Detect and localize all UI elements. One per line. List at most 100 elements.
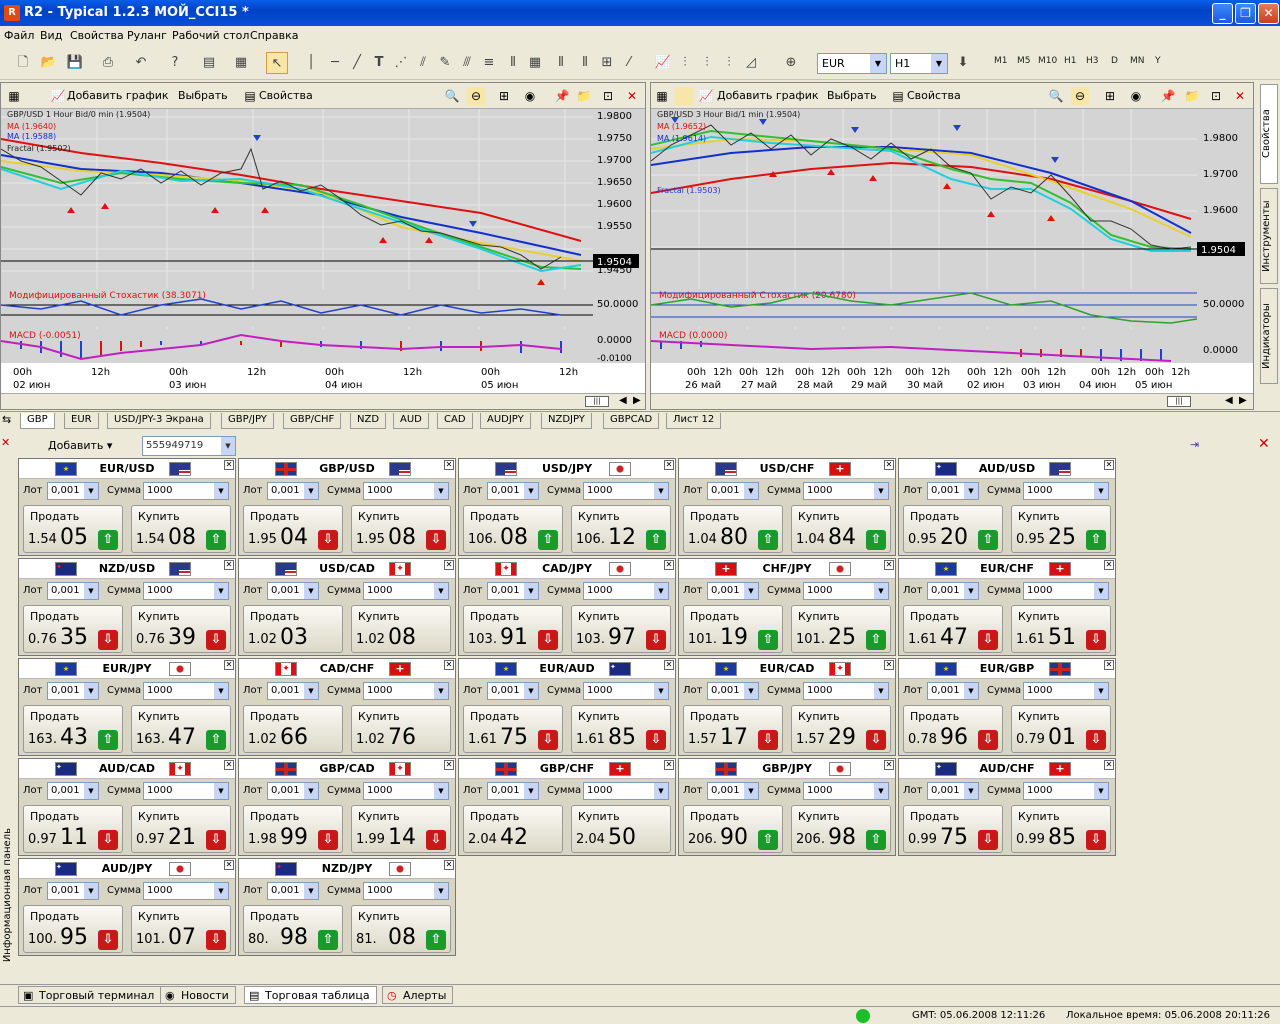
buy-button[interactable]: Купить 0.76 39 ⇩ (131, 605, 231, 653)
bars2-icon[interactable]: ⦀ (574, 52, 596, 74)
close-table-icon[interactable]: ✕ (1258, 436, 1270, 452)
tab-news[interactable]: ◉ Новости (160, 986, 236, 1004)
chart-menu-icon[interactable]: ▦ (653, 87, 671, 105)
lot-select[interactable]: 0,001 ▼ (47, 782, 99, 800)
tab-gbpjpy[interactable]: GBP/JPY (221, 413, 274, 429)
lot-select[interactable]: 0,001 ▼ (927, 482, 979, 500)
sum-select[interactable]: 1000 ▼ (803, 482, 889, 500)
sum-select[interactable]: 1000 ▼ (143, 482, 229, 500)
fit-icon[interactable]: ⊡ (1207, 87, 1225, 105)
sell-button[interactable]: Продать 101. 19 ⇧ (683, 605, 783, 653)
close-panel-icon[interactable]: ✕ (1, 436, 10, 449)
lot-select[interactable]: 0,001 ▼ (927, 582, 979, 600)
tab-menu-icon[interactable]: ⇆ (2, 413, 11, 426)
menu-properties[interactable]: Свойства (70, 29, 124, 42)
pin-icon[interactable]: 📌 (553, 87, 571, 105)
buy-button[interactable]: Купить 0.95 25 ⇧ (1011, 505, 1111, 553)
sum-select[interactable]: 1000 ▼ (143, 682, 229, 700)
period-d[interactable]: D (1111, 56, 1118, 66)
pencil-icon[interactable]: ✎ (434, 52, 456, 74)
info-panel-strip[interactable]: Информационная панель (0, 458, 16, 984)
grid-icon[interactable]: ⊞ (495, 87, 513, 105)
period-h1[interactable]: H1 (1064, 56, 1077, 66)
sum-select[interactable]: 1000 ▼ (143, 882, 229, 900)
buy-button[interactable]: Купить 1.57 29 ⇩ (791, 705, 891, 753)
sell-button[interactable]: Продать 0.99 75 ⇩ (903, 805, 1003, 853)
chart-candle-icon[interactable]: ⫶ (696, 52, 718, 74)
add-chart-button[interactable]: Добавить график (67, 89, 169, 102)
tab-aud[interactable]: AUD (393, 413, 429, 429)
close-chart-icon[interactable]: ✕ (623, 87, 641, 105)
lot-select[interactable]: 0,001 ▼ (487, 682, 539, 700)
scroll-left-icon[interactable]: ◀ (1225, 395, 1233, 406)
symbol-select[interactable]: EUR ▼ (817, 53, 887, 74)
close-card-icon[interactable]: ✕ (884, 460, 894, 470)
layout2-icon[interactable]: ▦ (230, 52, 252, 74)
buy-button[interactable]: Купить 106. 12 ⇧ (571, 505, 671, 553)
fit-icon[interactable]: ⊡ (599, 87, 617, 105)
lot-select[interactable]: 0,001 ▼ (267, 882, 319, 900)
sell-button[interactable]: Продать 103. 91 ⇩ (463, 605, 563, 653)
period-m5[interactable]: M5 (1017, 56, 1031, 66)
buy-button[interactable]: Купить 103. 97 ⇩ (571, 605, 671, 653)
chart-area-icon[interactable]: ◿ (740, 52, 762, 74)
sum-select[interactable]: 1000 ▼ (583, 682, 669, 700)
layout-icon[interactable]: ▤ (198, 52, 220, 74)
tab-cad[interactable]: CAD (437, 413, 473, 429)
cycles-icon[interactable]: ⦀ (502, 52, 524, 74)
sell-button[interactable]: Продать 1.04 80 ⇧ (683, 505, 783, 553)
buy-button[interactable]: Купить 0.79 01 ⇩ (1011, 705, 1111, 753)
close-card-icon[interactable]: ✕ (664, 460, 674, 470)
sell-button[interactable]: Продать 1.61 47 ⇩ (903, 605, 1003, 653)
period-m1[interactable]: M1 (994, 56, 1008, 66)
sell-button[interactable]: Продать 2.04 42 (463, 805, 563, 853)
chart-scrollbar[interactable]: ||| ◀ ▶ (651, 393, 1253, 409)
sell-button[interactable]: Продать 106. 08 ⇧ (463, 505, 563, 553)
tab-nzd[interactable]: NZD (350, 413, 387, 429)
sell-button[interactable]: Продать 1.02 66 (243, 705, 343, 753)
lot-select[interactable]: 0,001 ▼ (707, 782, 759, 800)
close-card-icon[interactable]: ✕ (664, 660, 674, 670)
sell-button[interactable]: Продать 0.97 11 ⇩ (23, 805, 123, 853)
sum-select[interactable]: 1000 ▼ (1023, 782, 1109, 800)
buy-button[interactable]: Купить 1.95 08 ⇩ (351, 505, 451, 553)
sell-button[interactable]: Продать 1.95 04 ⇩ (243, 505, 343, 553)
sum-select[interactable]: 1000 ▼ (803, 782, 889, 800)
erase-icon[interactable]: ⁄ (618, 52, 640, 74)
chart-area[interactable]: GBP/USD 3 Hour Bid/1 min (1.9504) MA (1.… (650, 109, 1253, 393)
menu-help[interactable]: Справка (250, 29, 298, 42)
sum-select[interactable]: 1000 ▼ (363, 482, 449, 500)
lot-select[interactable]: 0,001 ▼ (927, 682, 979, 700)
add-button[interactable]: Добавить ▾ (48, 439, 112, 452)
zoom-icon[interactable]: 🔍 (1047, 87, 1065, 105)
save-icon[interactable]: 💾 (64, 52, 86, 74)
close-button[interactable]: ✕ (1258, 3, 1279, 24)
close-card-icon[interactable]: ✕ (224, 560, 234, 570)
sell-button[interactable]: Продать 206. 90 ⇧ (683, 805, 783, 853)
buy-button[interactable]: Купить 101. 25 ⇧ (791, 605, 891, 653)
channel-icon[interactable]: ⫽ (412, 52, 434, 74)
close-card-icon[interactable]: ✕ (664, 760, 674, 770)
sell-button[interactable]: Продать 100. 95 ⇩ (23, 905, 123, 953)
lot-select[interactable]: 0,001 ▼ (487, 582, 539, 600)
chart-line-icon[interactable]: 📈 (652, 52, 674, 74)
sum-select[interactable]: 1000 ▼ (363, 682, 449, 700)
buy-button[interactable]: Купить 163. 47 ⇧ (131, 705, 231, 753)
tab-usdjpy-3screens[interactable]: USD/JPY-3 Экрана (107, 413, 211, 429)
sum-select[interactable]: 1000 ▼ (803, 682, 889, 700)
side-tab-properties[interactable]: Свойства (1260, 84, 1278, 184)
buy-button[interactable]: Купить 81. 08 ⇧ (351, 905, 451, 953)
select-button[interactable]: Выбрать (178, 89, 228, 102)
globe-icon[interactable]: ◉ (1127, 87, 1145, 105)
tab-gbpchf[interactable]: GBP/CHF (283, 413, 342, 429)
close-card-icon[interactable]: ✕ (224, 660, 234, 670)
lot-select[interactable]: 0,001 ▼ (267, 682, 319, 700)
lot-select[interactable]: 0,001 ▼ (267, 782, 319, 800)
sum-select[interactable]: 1000 ▼ (583, 782, 669, 800)
chart-ohlc-icon[interactable]: ⫶ (718, 52, 740, 74)
lot-select[interactable]: 0,001 ▼ (707, 682, 759, 700)
lot-select[interactable]: 0,001 ▼ (487, 482, 539, 500)
sum-select[interactable]: 1000 ▼ (363, 782, 449, 800)
globe-icon[interactable]: ◉ (521, 87, 539, 105)
menu-rulang[interactable]: Руланг (127, 29, 167, 42)
